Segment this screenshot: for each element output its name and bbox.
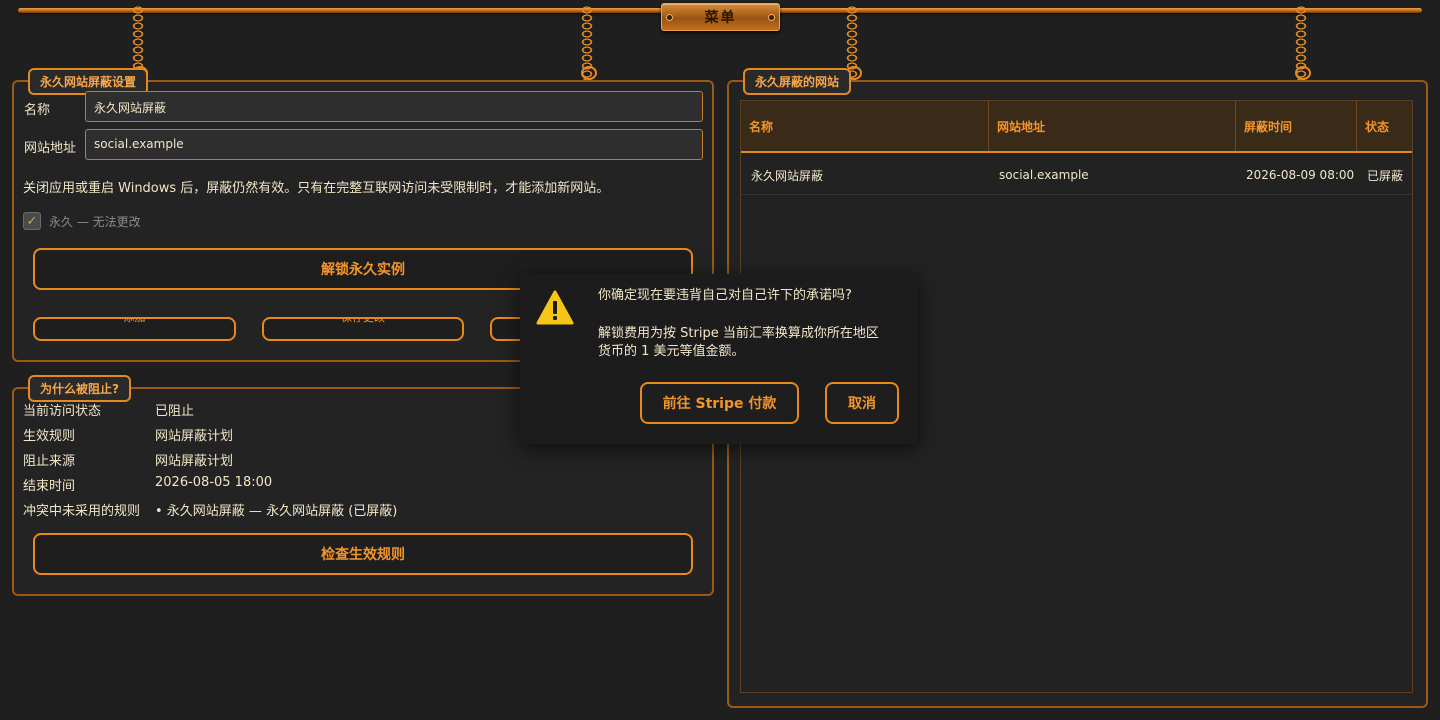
unlock-confirm-dialog: 你确定现在要违背自己对自己许下的承诺吗? 解锁费用为按 Stripe 当前汇率换… (520, 274, 918, 444)
dialog-detail-line1: 解锁费用为按 Stripe 当前汇率换算成你所在地区 (598, 326, 879, 341)
permanent-checkbox-label: 永久 — 无法更改 (49, 215, 141, 229)
table-row[interactable]: 永久网站屏蔽 social.example 2026-08-09 08:00 已… (741, 155, 1412, 195)
column-header-status[interactable]: 状态 (1357, 101, 1414, 151)
permanent-checkbox[interactable]: ✓ (23, 212, 41, 230)
status-key: 当前访问状态 (23, 404, 102, 419)
dialog-detail-line2: 货币的 1 美元等值金额。 (598, 344, 745, 359)
add-button[interactable]: 添加 (33, 317, 236, 341)
add-button-label: 添加 (123, 317, 146, 324)
menu-label: 菜单 (704, 10, 737, 26)
why-blocked-title: 为什么被阻止? (28, 375, 131, 402)
column-header-url[interactable]: 网站地址 (989, 101, 1236, 151)
conflict-value: • 永久网站屏蔽 — 永久网站屏蔽 (已屏蔽) (155, 504, 398, 519)
rivet-icon (667, 15, 672, 20)
end-time-row: 结束时间 2026-08-05 18:00 (23, 475, 272, 494)
persistence-note: 关闭应用或重启 Windows 后，屏蔽仍然有效。只有在完整互联网访问未受限制时… (23, 181, 610, 196)
cell-status: 已屏蔽 (1367, 168, 1404, 183)
conflict-key: 冲突中未采用的规则 (23, 504, 141, 519)
conflict-row: 冲突中未采用的规则 • 永久网站屏蔽 — 永久网站屏蔽 (已屏蔽) (23, 500, 397, 519)
pay-with-stripe-button[interactable]: 前往 Stripe 付款 (640, 382, 799, 424)
checkmark-icon: ✓ (26, 213, 38, 229)
name-input[interactable]: 永久网站屏蔽 (85, 91, 703, 122)
menu-button[interactable]: 菜单 (661, 3, 780, 31)
cell-url: social.example (999, 168, 1089, 182)
url-input[interactable]: social.example (85, 129, 703, 160)
block-source-key: 阻止来源 (23, 454, 76, 469)
warning-icon (536, 290, 574, 325)
status-row: 当前访问状态 已阻止 (23, 400, 194, 419)
cell-time: 2026-08-09 08:00 (1246, 168, 1355, 182)
active-rule-key: 生效规则 (23, 429, 76, 444)
active-rule-row: 生效规则 网站屏蔽计划 (23, 425, 233, 444)
rivet-icon (769, 15, 774, 20)
end-time-key: 结束时间 (23, 479, 76, 494)
save-changes-button[interactable]: 保存更改 (262, 317, 464, 341)
block-source-row: 阻止来源 网站屏蔽计划 (23, 450, 233, 469)
chain-decoration (580, 6, 597, 80)
column-header-name[interactable]: 名称 (741, 101, 989, 151)
cancel-button[interactable]: 取消 (825, 382, 899, 424)
dialog-question: 你确定现在要违背自己对自己许下的承诺吗? (598, 288, 852, 303)
url-label: 网站地址 (24, 141, 77, 156)
name-label: 名称 (24, 103, 51, 118)
status-value: 已阻止 (155, 404, 195, 419)
active-rule-value: 网站屏蔽计划 (155, 429, 234, 444)
end-time-value: 2026-08-05 18:00 (155, 475, 273, 490)
column-header-time[interactable]: 屏蔽时间 (1236, 101, 1357, 151)
blocked-sites-title: 永久屏蔽的网站 (743, 68, 852, 95)
save-changes-button-label: 保存更改 (341, 317, 385, 324)
chain-decoration (1294, 6, 1311, 80)
check-active-rules-button[interactable]: 检查生效规则 (33, 533, 693, 575)
block-source-value: 网站屏蔽计划 (155, 454, 234, 469)
table-header: 名称 网站地址 屏蔽时间 状态 (741, 101, 1412, 153)
cell-name: 永久网站屏蔽 (751, 168, 824, 183)
